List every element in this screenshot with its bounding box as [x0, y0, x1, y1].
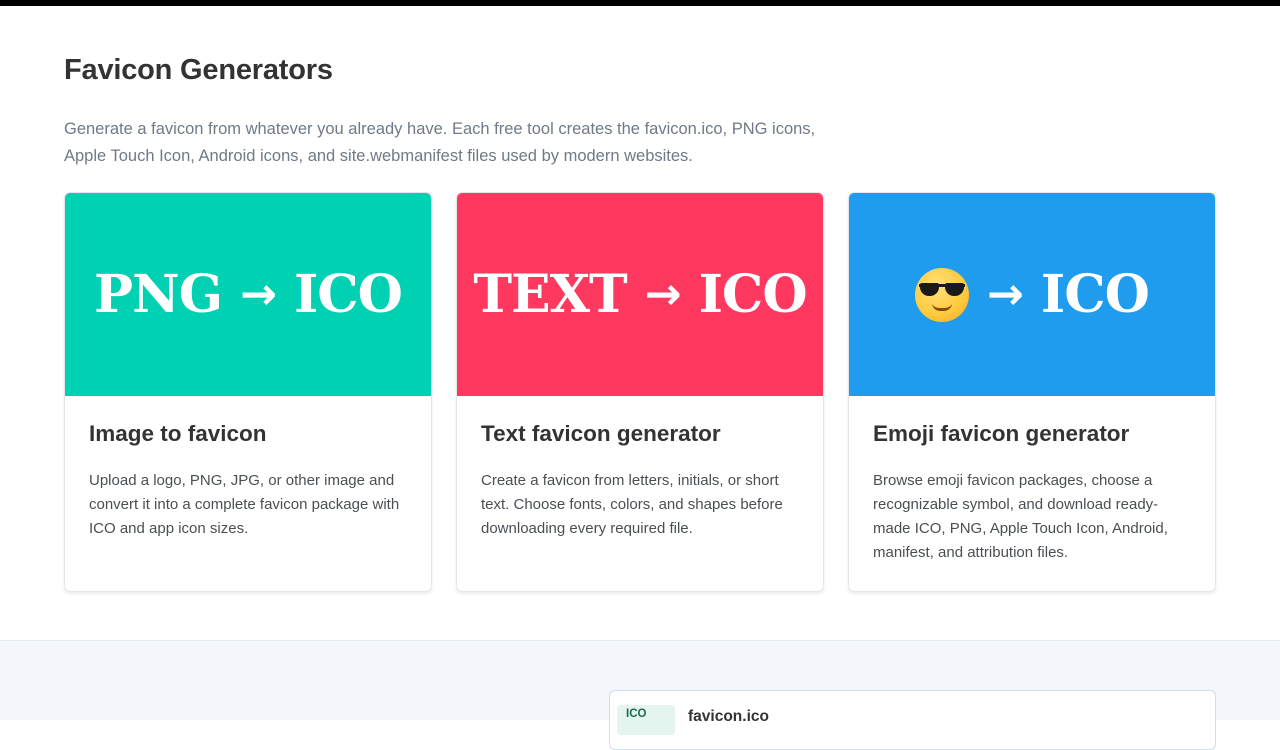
- card-image-to-favicon[interactable]: PNG → ICO Image to favicon Upload a logo…: [64, 192, 432, 592]
- arrow-right-icon: →: [644, 269, 682, 320]
- file-list-panel: ICO favicon.ico: [609, 690, 1216, 750]
- banner-to-label: ICO: [293, 264, 403, 325]
- card-title[interactable]: Image to favicon: [89, 421, 407, 447]
- card-banner: PNG → ICO: [65, 193, 431, 396]
- card-description: Browse emoji favicon packages, choose a …: [873, 472, 1168, 561]
- card-banner: → ICO: [849, 193, 1215, 396]
- card-title[interactable]: Text favicon generator: [481, 421, 799, 447]
- card-description: Create a favicon from letters, initials,…: [481, 472, 783, 537]
- top-border: [0, 0, 1280, 6]
- file-list-section: ICO favicon.ico: [0, 640, 1280, 750]
- arrow-right-icon: →: [987, 269, 1024, 320]
- file-type-badge: ICO: [617, 705, 675, 735]
- banner-to-label: ICO: [698, 264, 808, 325]
- card-text-favicon-generator[interactable]: TEXT → ICO Text favicon generator Create…: [456, 192, 824, 592]
- section-title: Favicon Generators: [64, 54, 333, 86]
- card-emoji-favicon-generator[interactable]: → ICO Emoji favicon generator Browse emo…: [848, 192, 1216, 592]
- card-title[interactable]: Emoji favicon generator: [873, 421, 1191, 447]
- file-name: favicon.ico: [688, 708, 769, 725]
- banner-to-label: ICO: [1040, 264, 1150, 325]
- banner-from-label: PNG: [94, 264, 223, 325]
- card-description: Upload a logo, PNG, JPG, or other image …: [89, 472, 400, 537]
- section-description: Generate a favicon from whatever you alr…: [64, 120, 816, 165]
- card-banner: TEXT → ICO: [457, 193, 823, 396]
- banner-from-label: TEXT: [473, 264, 627, 325]
- arrow-right-icon: →: [240, 269, 277, 320]
- sunglasses-emoji-icon: [915, 267, 970, 322]
- generator-cards: PNG → ICO Image to favicon Upload a logo…: [64, 192, 1216, 592]
